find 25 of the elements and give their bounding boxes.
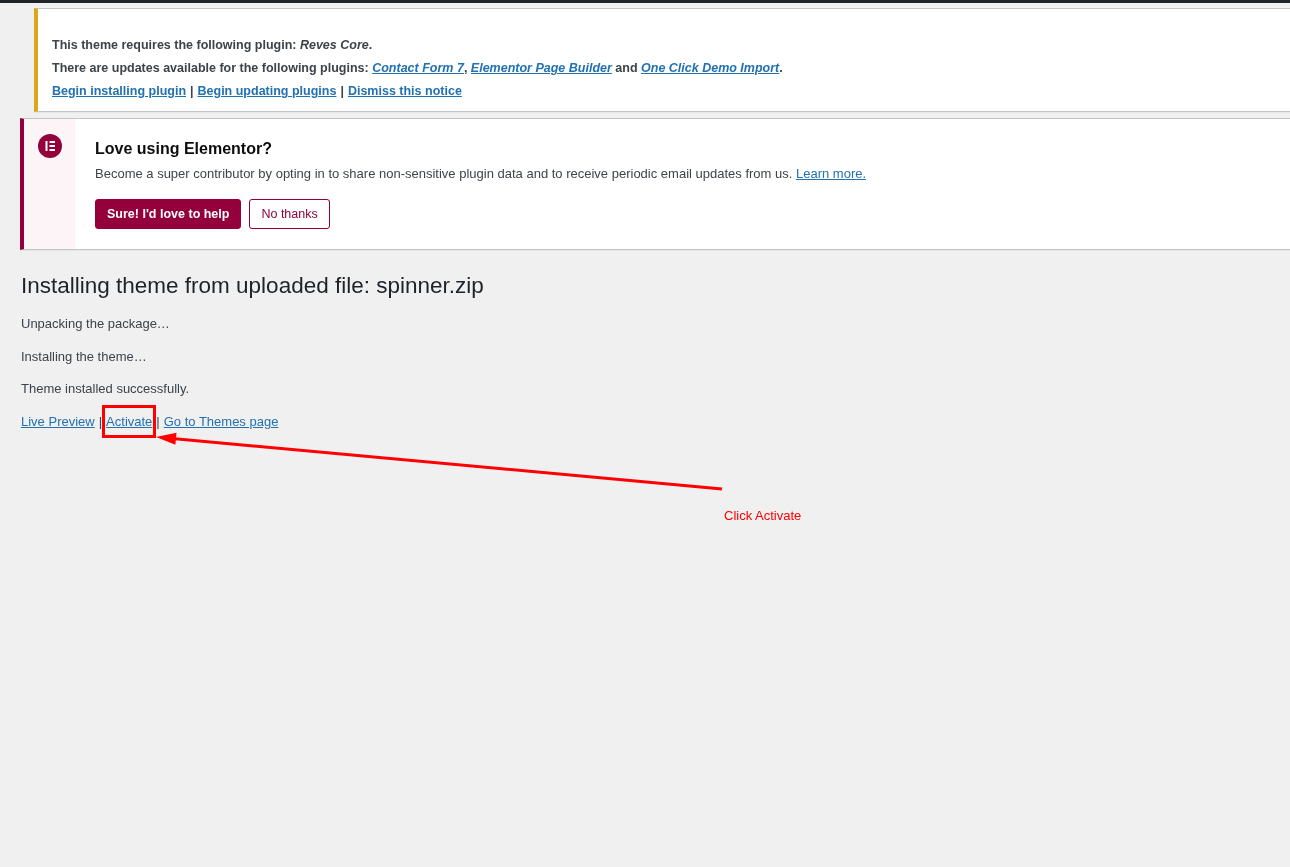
link-separator: | bbox=[98, 413, 103, 429]
theme-action-link[interactable]: Go to Themes page bbox=[163, 413, 279, 429]
opt-in-button[interactable]: Sure! I'd love to help bbox=[95, 199, 242, 229]
notice-action-link[interactable]: Dismiss this notice bbox=[347, 84, 462, 98]
plugin-link[interactable]: Elementor Page Builder bbox=[470, 61, 612, 75]
theme-action-link[interactable]: Live Preview bbox=[21, 413, 95, 429]
status-message: Theme installed successfully. bbox=[21, 380, 191, 398]
notice-text: This theme requires the following plugin: Reves Core. bbox=[52, 37, 374, 54]
notice-action-link[interactable]: Begin installing plugin bbox=[52, 84, 187, 98]
theme-action-link[interactable]: Activate bbox=[106, 413, 153, 429]
notice-title: Love using Elementor? bbox=[95, 139, 273, 159]
link-separator: | bbox=[190, 84, 194, 98]
notice-action-link[interactable]: Begin updating plugins bbox=[197, 84, 337, 98]
elementor-logo-icon bbox=[37, 134, 62, 158]
notice-text: There are updates available for the following plugins: Contact Form 7, Elementor Page Builder and One Click Demo Import. bbox=[52, 60, 784, 77]
page-title: Installing theme from uploaded file: spinner.zip bbox=[21, 272, 485, 300]
plugin-link[interactable]: Contact Form 7 bbox=[372, 61, 464, 75]
notice-description: Become a super contributor by opting in to share non-sensitive plugin data and to receive periodic email updates from us. Learn more. bbox=[95, 165, 867, 183]
status-message: Unpacking the package… bbox=[21, 315, 171, 333]
link-separator: | bbox=[156, 413, 160, 429]
decline-button[interactable]: No thanks bbox=[249, 199, 330, 229]
link-separator: | bbox=[340, 84, 344, 98]
learn-more-link[interactable]: Learn more. bbox=[795, 166, 867, 181]
callout-text: Click Activate bbox=[724, 508, 802, 524]
status-message: Installing the theme… bbox=[21, 347, 148, 366]
